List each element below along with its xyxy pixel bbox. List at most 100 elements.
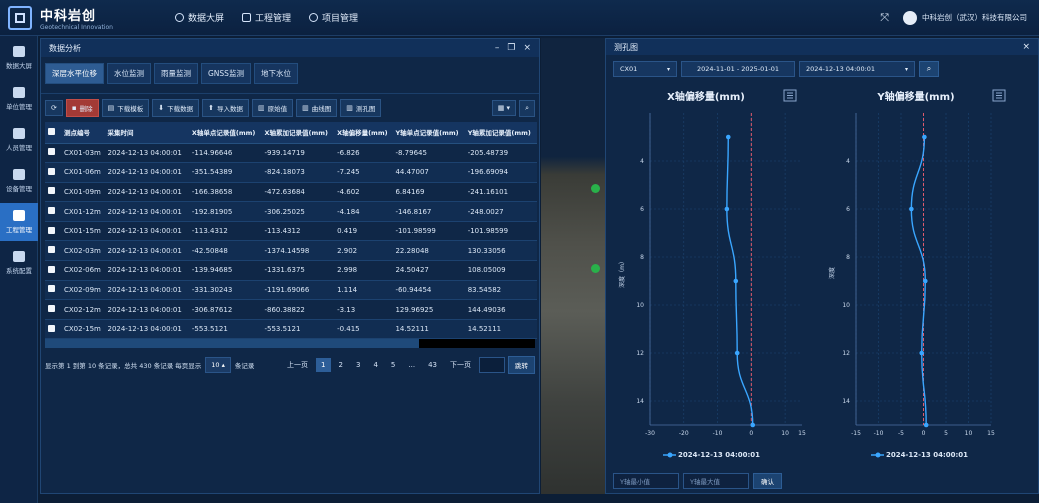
borehole-button[interactable]: ▥ 测孔图 xyxy=(340,99,382,117)
sidebar-item-devices[interactable]: 设备管理 xyxy=(0,162,38,200)
map-marker[interactable] xyxy=(591,184,600,193)
table-row[interactable]: CX01-09m 2024-12-13 04:00:01 -166.38658 -47… xyxy=(45,182,537,203)
col-x-offset[interactable]: X轴偏移量(mm) xyxy=(334,122,393,144)
select-all-checkbox[interactable] xyxy=(48,127,55,135)
delete-button[interactable]: ▪ 删除 xyxy=(65,99,99,117)
prev-page-button[interactable]: 上一页 xyxy=(282,357,313,373)
page-jump-input[interactable] xyxy=(479,357,505,374)
page-size-select[interactable]: 10 ▴ xyxy=(205,357,231,374)
maximize-icon[interactable]: ❐ xyxy=(507,43,515,53)
close-icon[interactable]: × xyxy=(523,43,531,53)
sidebar-item-dashboard[interactable]: 数据大屏 xyxy=(0,39,38,77)
close-icon[interactable]: × xyxy=(1022,42,1030,52)
page-button[interactable]: 3 xyxy=(351,358,365,372)
table-row[interactable]: CX02-09m 2024-12-13 04:00:01 -331.30243 -11… xyxy=(45,280,537,301)
circle-icon xyxy=(309,13,319,22)
file-icon: ▤ xyxy=(107,104,115,112)
table-row[interactable]: CX01-06m 2024-12-13 04:00:01 -351.54389 -82… xyxy=(45,162,537,183)
time-select[interactable]: 2024-12-13 04:00:01 ▾ xyxy=(799,61,915,77)
table-row[interactable]: CX01-15m 2024-12-13 04:00:01 -113.4312 -113… xyxy=(45,221,537,242)
row-checkbox[interactable] xyxy=(48,324,55,332)
tab-deep-displacement[interactable]: 深层水平位移 xyxy=(45,63,104,84)
horizontal-scrollbar[interactable] xyxy=(45,339,535,349)
tab-rainfall[interactable]: 雨量监测 xyxy=(154,63,198,84)
next-page-button[interactable]: 下一页 xyxy=(445,357,476,373)
row-checkbox[interactable] xyxy=(48,207,55,215)
row-checkbox[interactable] xyxy=(48,167,55,175)
row-checkbox[interactable] xyxy=(48,226,55,234)
page-button[interactable]: 5 xyxy=(386,358,400,372)
col-point-id[interactable]: 测点编号 xyxy=(61,122,105,144)
table-row[interactable]: CX02-12m 2024-12-13 04:00:01 -306.87612 -86… xyxy=(45,299,537,320)
building-icon xyxy=(13,87,25,98)
point-select[interactable]: CX01 ▾ xyxy=(613,61,677,77)
logo-icon xyxy=(8,5,32,30)
row-checkbox[interactable] xyxy=(48,148,55,156)
nav-dashboard[interactable]: 数据大屏 xyxy=(175,11,224,24)
page-button[interactable]: 1 xyxy=(316,358,331,373)
series-line xyxy=(726,136,754,426)
import-data-button[interactable]: ⬆ 导入数据 xyxy=(202,99,249,117)
map-background[interactable] xyxy=(541,38,605,494)
refresh-button[interactable]: ⟳ xyxy=(45,100,63,116)
y-max-input[interactable]: Y轴最大值 xyxy=(683,473,749,489)
row-checkbox[interactable] xyxy=(48,285,55,293)
sidebar-item-engineering[interactable]: 工程管理 xyxy=(0,203,38,241)
chevron-down-icon: ▾ xyxy=(904,65,908,73)
people-icon xyxy=(13,128,25,139)
page-button[interactable]: 4 xyxy=(368,358,382,372)
y-tick-label: 14 xyxy=(636,398,644,405)
nav-project-management[interactable]: 项目管理 xyxy=(309,11,358,24)
download-template-button[interactable]: ▤ 下载模板 xyxy=(101,99,150,117)
page-button[interactable]: 43 xyxy=(423,358,442,372)
row-checkbox[interactable] xyxy=(48,305,55,313)
table-row[interactable]: CX01-12m 2024-12-13 04:00:01 -192.81905 -30… xyxy=(45,201,537,222)
y-tick-label: 8 xyxy=(640,254,644,261)
app-root: 中科岩创 Geotechnical Innovation 数据大屏 工程管理 项… xyxy=(0,0,1039,503)
table-row[interactable]: CX02-03m 2024-12-13 04:00:01 -42.50848 -137… xyxy=(45,240,537,262)
date-range-picker[interactable]: 2024-11-01 - 2025-01-01 xyxy=(681,61,795,77)
scrollbar-thumb[interactable] xyxy=(45,339,419,349)
col-y-cumulative[interactable]: Y轴累加记录值(mm) xyxy=(464,122,537,144)
minimize-icon[interactable]: – xyxy=(495,43,500,53)
page-button[interactable]: 2 xyxy=(334,358,348,372)
columns-button[interactable]: ▦ ▾ xyxy=(491,100,517,116)
curve-button[interactable]: ▥ 曲线图 xyxy=(296,99,338,117)
fullscreen-icon[interactable]: ⤧ xyxy=(880,11,889,25)
tab-gnss[interactable]: GNSS监测 xyxy=(201,63,251,84)
sidebar-item-units[interactable]: 单位管理 xyxy=(0,80,38,118)
search-button[interactable]: ⌕ xyxy=(519,99,535,117)
chart-menu-icon[interactable] xyxy=(992,89,1006,102)
tab-water-level[interactable]: 水位监测 xyxy=(107,63,151,84)
row-checkbox[interactable] xyxy=(48,187,55,195)
sidebar-item-system-config[interactable]: 系统配置 xyxy=(0,244,38,282)
borehole-title: 测孔图 xyxy=(614,42,638,52)
table-row[interactable]: CX01-03m 2024-12-13 04:00:01 -114.96646 -93… xyxy=(45,143,537,164)
search-button[interactable]: ⌕ xyxy=(919,61,939,77)
table-row[interactable]: CX02-06m 2024-12-13 04:00:01 -139.94685 -13… xyxy=(45,260,537,281)
table-row[interactable]: CX02-15m 2024-12-13 04:00:01 -553.5121 -553… xyxy=(45,319,537,340)
download-data-button[interactable]: ⬇ 下载数据 xyxy=(152,99,200,117)
chart-menu-icon[interactable] xyxy=(783,89,797,102)
row-checkbox[interactable] xyxy=(48,246,55,254)
chart-x-title: X轴偏移量(mm) xyxy=(667,90,745,103)
col-time[interactable]: 采集时间 xyxy=(104,122,189,144)
map-marker[interactable] xyxy=(591,264,600,273)
col-y-single[interactable]: Y轴单点记录值(mm) xyxy=(392,122,465,144)
sidebar-item-personnel[interactable]: 人员管理 xyxy=(0,121,38,159)
user-menu[interactable]: 中科岩创（武汉）科技有限公司 xyxy=(903,10,1027,25)
page-ellipsis: ... xyxy=(408,361,416,370)
nav-project-engineering[interactable]: 工程管理 xyxy=(242,11,291,24)
row-checkbox[interactable] xyxy=(48,265,55,273)
window-header: 数据分析 – ❐ × xyxy=(41,39,539,57)
col-x-single[interactable]: X轴单点记录值(mm) xyxy=(188,122,262,144)
tab-groundwater[interactable]: 地下水位 xyxy=(253,63,298,84)
confirm-button[interactable]: 确认 xyxy=(753,473,782,489)
axis-range-row: Y轴最小值 Y轴最大值 确认 xyxy=(613,473,782,489)
y-min-input[interactable]: Y轴最小值 xyxy=(613,473,679,489)
col-x-cumulative[interactable]: X轴累加记录值(mm) xyxy=(261,122,335,144)
chart-icon: ▥ xyxy=(302,104,309,112)
jump-button[interactable]: 跳转 xyxy=(508,356,535,375)
chart-y-title: Y轴偏移量(mm) xyxy=(876,90,954,103)
raw-value-button[interactable]: ▥ 原始值 xyxy=(252,99,294,117)
